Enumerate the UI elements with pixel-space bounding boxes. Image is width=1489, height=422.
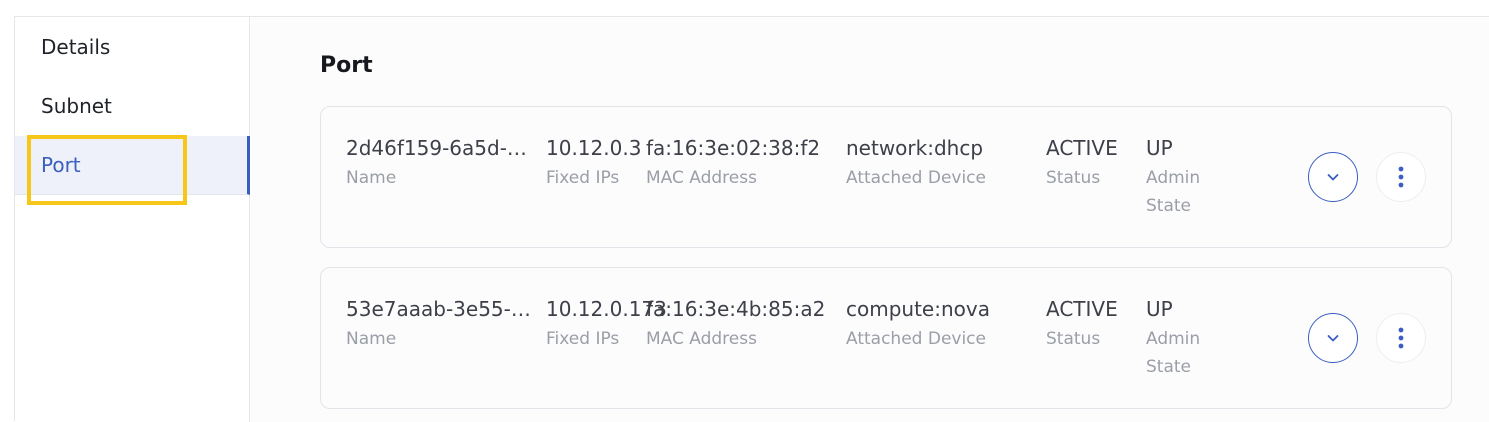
port-name-value: 2d46f159-6a5d-…	[346, 136, 527, 160]
admin-state-label: Admin State	[1146, 168, 1201, 216]
mac-address-value: fa:16:3e:02:38:f2	[646, 136, 821, 160]
fixed-ips-label: Fixed IPs	[546, 168, 620, 188]
admin-state-label: Admin State	[1146, 329, 1201, 377]
fixed-ips-value: 10.12.0.3	[546, 136, 642, 160]
port-name-field: 2d46f159-6a5d-… Name	[346, 135, 546, 192]
fixed-ips-value: 10.12.0.173	[546, 297, 667, 321]
mac-address-label: MAC Address	[646, 329, 757, 349]
port-name-field: 53e7aaab-3e55-… Name	[346, 296, 546, 353]
attached-device-field: compute:nova Attached Device	[846, 296, 990, 353]
sidebar-item-details[interactable]: Details	[15, 17, 250, 76]
attached-device-value: network:dhcp	[846, 136, 984, 160]
attached-device-value: compute:nova	[846, 297, 990, 321]
admin-state-field: UP Admin State	[1146, 135, 1226, 220]
attached-device-field: network:dhcp Attached Device	[846, 135, 986, 192]
fixed-ips-field: 10.12.0.3 Fixed IPs	[546, 135, 646, 192]
port-name-label: Name	[346, 329, 397, 349]
fixed-ips-label: Fixed IPs	[546, 329, 620, 349]
more-actions-button[interactable]	[1376, 152, 1426, 202]
chevron-down-icon	[1327, 335, 1339, 342]
status-field: ACTIVE Status	[1046, 135, 1118, 192]
status-value: ACTIVE	[1046, 297, 1118, 321]
sidebar: Details Subnet Port	[15, 17, 250, 422]
admin-state-field: UP Admin State	[1146, 296, 1226, 381]
port-card: 53e7aaab-3e55-… Name 10.12.0.173 Fixed I…	[320, 267, 1452, 409]
more-actions-button[interactable]	[1376, 313, 1426, 363]
more-vertical-icon	[1398, 166, 1404, 188]
status-value: ACTIVE	[1046, 136, 1118, 160]
mac-address-field: fa:16:3e:4b:85:a2 MAC Address	[646, 296, 825, 353]
mac-address-label: MAC Address	[646, 168, 757, 188]
port-name-value: 53e7aaab-3e55-…	[346, 297, 531, 321]
sidebar-item-label: Port	[41, 153, 81, 177]
main-content: Port 2d46f159-6a5d-… Name 10.12.0.3 Fixe…	[251, 17, 1489, 422]
status-label: Status	[1046, 329, 1101, 349]
attached-device-label: Attached Device	[846, 168, 986, 188]
status-field: ACTIVE Status	[1046, 296, 1118, 353]
expand-button[interactable]	[1308, 313, 1358, 363]
admin-state-value: UP	[1146, 297, 1173, 321]
mac-address-value: fa:16:3e:4b:85:a2	[646, 297, 826, 321]
page-title: Port	[320, 53, 373, 78]
sidebar-item-label: Subnet	[41, 93, 112, 118]
expand-button[interactable]	[1308, 152, 1358, 202]
port-card: 2d46f159-6a5d-… Name 10.12.0.3 Fixed IPs…	[320, 106, 1452, 248]
fixed-ips-field: 10.12.0.173 Fixed IPs	[546, 296, 667, 353]
status-label: Status	[1046, 168, 1101, 188]
more-vertical-icon	[1398, 327, 1404, 349]
port-name-label: Name	[346, 168, 397, 188]
sidebar-item-port[interactable]: Port	[15, 136, 250, 195]
sidebar-item-label: Details	[41, 34, 111, 59]
sidebar-item-subnet[interactable]: Subnet	[15, 76, 250, 135]
detail-panel: Details Subnet Port Port 2d46f159-6a5d-……	[14, 16, 1489, 422]
chevron-down-icon	[1327, 174, 1339, 181]
admin-state-value: UP	[1146, 136, 1173, 160]
mac-address-field: fa:16:3e:02:38:f2 MAC Address	[646, 135, 820, 192]
attached-device-label: Attached Device	[846, 329, 986, 349]
